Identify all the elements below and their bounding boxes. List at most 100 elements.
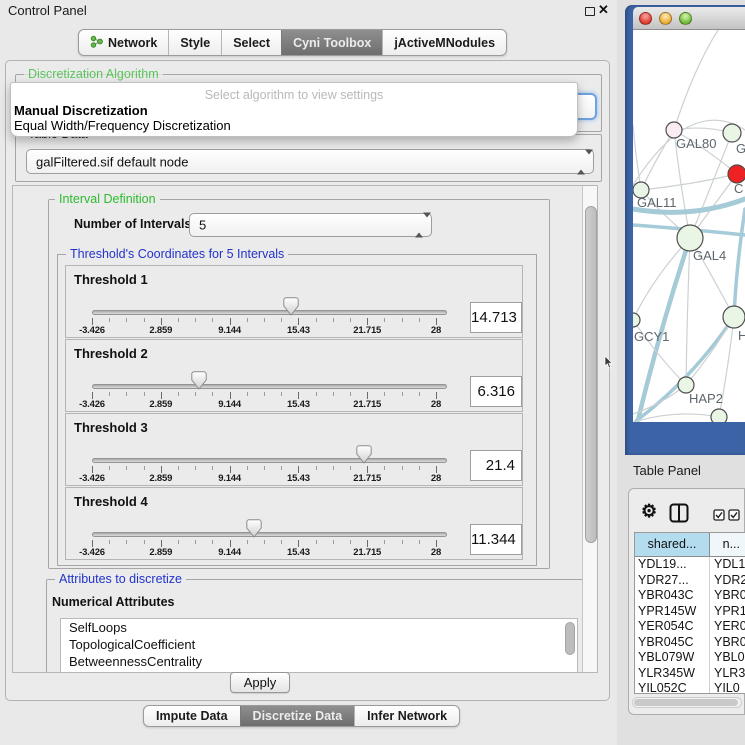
network-node[interactable] bbox=[723, 306, 745, 328]
slider-track[interactable] bbox=[92, 310, 447, 315]
network-edge[interactable] bbox=[674, 30, 718, 130]
table-settings-gear-icon[interactable]: ⚙ bbox=[641, 501, 657, 522]
network-icon bbox=[90, 35, 103, 51]
attribute-list-item[interactable]: BetweennessCentrality bbox=[61, 653, 577, 670]
screen: Control Panel ✕ NetworkStyleSelectCyni T… bbox=[0, 0, 745, 745]
algorithm-option-equal-width[interactable]: Equal Width/Frequency Discretization bbox=[14, 118, 231, 133]
network-edge[interactable] bbox=[641, 174, 737, 190]
tick-mark bbox=[161, 466, 162, 473]
tick-mark bbox=[316, 318, 317, 322]
split-panel-icon[interactable] bbox=[669, 503, 689, 528]
tab-network[interactable]: Network bbox=[79, 30, 168, 55]
numerical-attributes-list[interactable]: SelfLoopsTopologicalCoefficientBetweenne… bbox=[60, 618, 578, 673]
table-row[interactable]: YIL052CYIL0 bbox=[635, 681, 745, 694]
cell-shared-name: YLR345W bbox=[635, 666, 710, 682]
threshold-value-field[interactable]: 14.713 bbox=[470, 302, 522, 333]
tick-label: -3.426 bbox=[70, 547, 114, 558]
tab-discretize-data[interactable]: Discretize Data bbox=[240, 706, 355, 726]
mouse-cursor bbox=[604, 356, 613, 374]
table-row[interactable]: YBR043CYBR0 bbox=[635, 588, 745, 604]
column-header-shared-name[interactable]: shared... bbox=[635, 533, 710, 556]
network-node[interactable] bbox=[711, 409, 727, 422]
attribute-list-item[interactable]: SelfLoops bbox=[61, 619, 577, 636]
tick-mark bbox=[350, 318, 351, 322]
attribute-list-item[interactable]: TopologicalCoefficient bbox=[61, 636, 577, 653]
list-scrollbar-thumb[interactable] bbox=[565, 622, 575, 655]
tab-cyni-toolbox[interactable]: Cyni Toolbox bbox=[281, 30, 382, 55]
tick-mark bbox=[436, 540, 437, 547]
vertical-scrollbar-thumb[interactable] bbox=[585, 206, 597, 543]
tick-mark bbox=[333, 540, 334, 544]
table-data-value: galFiltered.sif default node bbox=[36, 154, 188, 169]
threshold-value-field[interactable]: 6.316 bbox=[470, 376, 522, 407]
threshold-value-field[interactable]: 21.4 bbox=[470, 450, 522, 481]
table-row[interactable]: YER054CYER0 bbox=[635, 619, 745, 635]
network-edge[interactable] bbox=[633, 125, 641, 190]
slider-handle[interactable] bbox=[356, 445, 372, 464]
table-row[interactable]: YBL079WYBL0 bbox=[635, 650, 745, 666]
tick-label: 2.859 bbox=[139, 547, 183, 558]
threshold-label: Threshold 4 bbox=[74, 494, 148, 509]
tick-mark bbox=[126, 540, 127, 544]
tick-mark bbox=[402, 540, 403, 544]
slider-track[interactable] bbox=[92, 458, 447, 463]
network-canvas[interactable]: GAL80GACGAL11GAL4GCY1HHAP2 bbox=[633, 30, 745, 422]
slider-track[interactable] bbox=[92, 384, 447, 389]
network-edge[interactable] bbox=[641, 130, 674, 190]
network-edge[interactable] bbox=[734, 209, 745, 317]
horizontal-scrollbar-thumb[interactable] bbox=[634, 699, 738, 706]
slider-track[interactable] bbox=[92, 532, 447, 537]
close-light-icon[interactable] bbox=[639, 12, 652, 25]
table-row[interactable]: YPR145WYPR1 bbox=[635, 604, 745, 620]
threshold-row: Threshold 2-3.4262.8599.14415.4321.71528… bbox=[65, 339, 523, 412]
network-node[interactable] bbox=[723, 124, 741, 142]
number-of-intervals-combobox[interactable]: 5 bbox=[189, 213, 432, 237]
minimize-light-icon[interactable] bbox=[659, 12, 672, 25]
table-data-combobox[interactable]: galFiltered.sif default node bbox=[26, 149, 594, 174]
tick-mark bbox=[333, 392, 334, 396]
tick-mark bbox=[230, 466, 231, 473]
tick-mark bbox=[195, 318, 196, 322]
threshold-value-field[interactable]: 11.344 bbox=[470, 524, 522, 555]
close-icon[interactable]: ✕ bbox=[598, 2, 609, 18]
network-edge[interactable] bbox=[633, 238, 690, 320]
horizontal-scrollbar[interactable] bbox=[632, 697, 742, 708]
tab-label: Impute Data bbox=[156, 709, 228, 723]
vertical-scrollbar[interactable] bbox=[582, 186, 598, 673]
slider-handle[interactable] bbox=[191, 371, 207, 390]
table-row[interactable]: YDR27...YDR2 bbox=[635, 573, 745, 589]
column-header-name[interactable]: n... bbox=[710, 533, 745, 556]
tick-mark bbox=[298, 540, 299, 547]
zoom-light-icon[interactable] bbox=[679, 12, 692, 25]
select-none-checkbox-icon[interactable] bbox=[728, 508, 740, 526]
cell-name: YBR0 bbox=[710, 588, 745, 604]
float-window-icon[interactable] bbox=[585, 7, 595, 16]
tick-mark bbox=[384, 466, 385, 470]
tick-mark bbox=[247, 318, 248, 322]
select-all-checkbox-icon[interactable] bbox=[713, 508, 725, 526]
tick-mark bbox=[230, 318, 231, 325]
tab-select[interactable]: Select bbox=[221, 30, 281, 55]
table-row[interactable]: YBR045CYBR0 bbox=[635, 635, 745, 651]
tab-jactivemnodules[interactable]: jActiveMNodules bbox=[382, 30, 506, 55]
cell-name: YDL1 bbox=[710, 557, 745, 573]
network-edge[interactable] bbox=[686, 238, 690, 385]
tab-impute-data[interactable]: Impute Data bbox=[144, 706, 240, 726]
stepper-icon bbox=[577, 154, 585, 169]
slider-handle[interactable] bbox=[246, 519, 262, 538]
algorithm-option-manual[interactable]: Manual Discretization bbox=[14, 103, 148, 118]
network-edge[interactable] bbox=[634, 414, 719, 422]
cell-shared-name: YBL079W bbox=[635, 650, 710, 666]
node-attribute-table[interactable]: shared...n...YDL19...YDL1YDR27...YDR2YBR… bbox=[634, 532, 745, 694]
tab-style[interactable]: Style bbox=[168, 30, 221, 55]
table-row[interactable]: YLR345WYLR3 bbox=[635, 666, 745, 682]
apply-button[interactable]: Apply bbox=[230, 672, 290, 693]
table-row[interactable]: YDL19...YDL1 bbox=[635, 557, 745, 573]
tick-label: 9.144 bbox=[208, 399, 252, 410]
control-panel-titlebar: Control Panel ✕ bbox=[0, 0, 617, 22]
tick-mark bbox=[212, 392, 213, 396]
interval-definition-label: Interval Definition bbox=[55, 192, 160, 206]
tab-infer-network[interactable]: Infer Network bbox=[354, 706, 459, 726]
slider-handle[interactable] bbox=[283, 297, 299, 316]
network-node[interactable] bbox=[633, 313, 640, 327]
